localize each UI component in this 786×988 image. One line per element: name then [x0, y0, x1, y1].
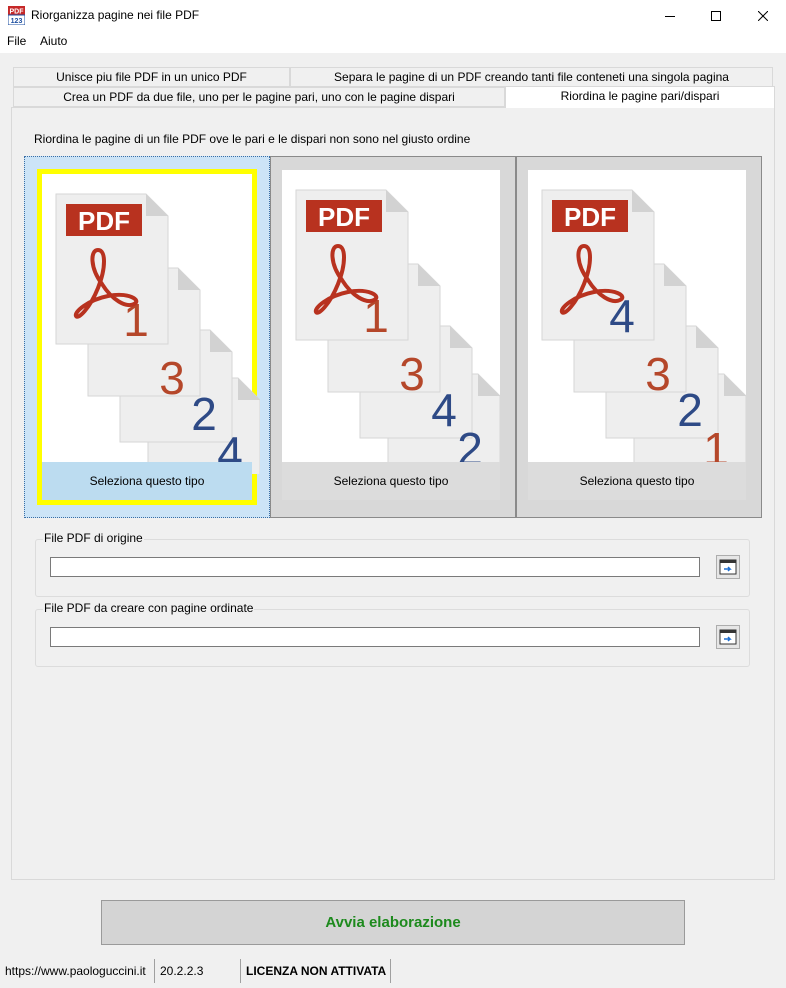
maximize-button[interactable] — [693, 0, 739, 31]
menu-bar: File Aiuto — [0, 31, 786, 53]
tab-split-pages[interactable]: Separa le pagine di un PDF creando tanti… — [290, 67, 773, 87]
option-order-1342[interactable]: 1 3 4 2 PDF Seleziona questo tipo — [270, 156, 516, 518]
run-processing-button[interactable]: Avvia elaborazione — [101, 900, 685, 945]
status-separator — [240, 959, 241, 983]
source-file-input[interactable] — [50, 557, 700, 577]
pdf-badge-text: PDF — [318, 202, 370, 232]
page-stack-illustration: 1342PDF — [295, 189, 500, 470]
page-number: 3 — [645, 348, 671, 400]
status-url[interactable]: https://www.paologuccini.it — [5, 964, 146, 978]
browse-folder-icon — [719, 559, 737, 575]
select-type-button[interactable]: Seleziona questo tipo — [282, 462, 500, 500]
close-button[interactable] — [740, 0, 786, 31]
option-preview: 1 3 4 2 PDF Seleziona questo tipo — [282, 170, 500, 500]
target-file-input[interactable] — [50, 627, 700, 647]
browse-folder-icon — [719, 629, 737, 645]
option-preview: 4 3 2 1 PDF Seleziona questo tipo — [528, 170, 746, 500]
menu-help[interactable]: Aiuto — [40, 34, 67, 48]
status-separator — [154, 959, 155, 983]
page-number: 2 — [191, 388, 217, 440]
status-license: LICENZA NON ATTIVATA — [246, 964, 387, 978]
tab-merge-pdf[interactable]: Unisce piu file PDF in un unico PDF — [13, 67, 290, 87]
app-icon-text-bottom: 123 — [11, 18, 23, 25]
target-file-label: File PDF da creare con pagine ordinate — [43, 601, 255, 615]
page-number: 4 — [431, 384, 457, 436]
close-icon — [758, 10, 768, 21]
pdf-badge-text: PDF — [78, 206, 130, 236]
source-file-label: File PDF di origine — [43, 531, 144, 545]
page-number: 3 — [159, 352, 185, 404]
panel-description: Riordina le pagine di un file PDF ove le… — [34, 132, 471, 146]
page-number: 2 — [677, 384, 703, 436]
page-number: 3 — [399, 348, 425, 400]
select-type-button[interactable]: Seleziona questo tipo — [528, 462, 746, 500]
tab-reorder-pages[interactable]: Riordina le pagine pari/dispari — [505, 86, 775, 108]
window-title: Riorganizza pagine nei file PDF — [31, 8, 200, 22]
source-file-group: File PDF di origine — [35, 531, 750, 597]
app-icon-text-top: PDF — [10, 9, 25, 16]
option-order-1324[interactable]: 1 3 2 4 PDF Seleziona questo tipo — [24, 156, 270, 518]
status-version: 20.2.2.3 — [160, 964, 204, 978]
status-bar: https://www.paologuccini.it 20.2.2.3 LIC… — [0, 956, 786, 988]
target-file-group: File PDF da creare con pagine ordinate — [35, 601, 750, 667]
pdf-badge-text: PDF — [564, 202, 616, 232]
option-order-4321[interactable]: 4 3 2 1 PDF Seleziona questo tipo — [516, 156, 762, 518]
option-preview: 1 3 2 4 PDF Seleziona questo tipo — [37, 169, 260, 505]
app-icon: PDF 123 — [8, 6, 25, 25]
page-stack-illustration: 1324PDF — [55, 193, 260, 474]
status-separator — [390, 959, 391, 983]
page-stack-illustration: 4321PDF — [541, 189, 746, 470]
minimize-button[interactable] — [647, 0, 693, 31]
tab-create-from-two-files[interactable]: Crea un PDF da due file, uno per le pagi… — [13, 87, 505, 107]
title-bar[interactable]: PDF 123 Riorganizza pagine nei file PDF — [0, 0, 786, 31]
browse-target-button[interactable] — [716, 625, 740, 649]
browse-source-button[interactable] — [716, 555, 740, 579]
minimize-icon — [665, 15, 675, 17]
maximize-icon — [711, 10, 721, 21]
menu-file[interactable]: File — [7, 34, 26, 48]
select-type-button[interactable]: Seleziona questo tipo — [42, 462, 252, 500]
